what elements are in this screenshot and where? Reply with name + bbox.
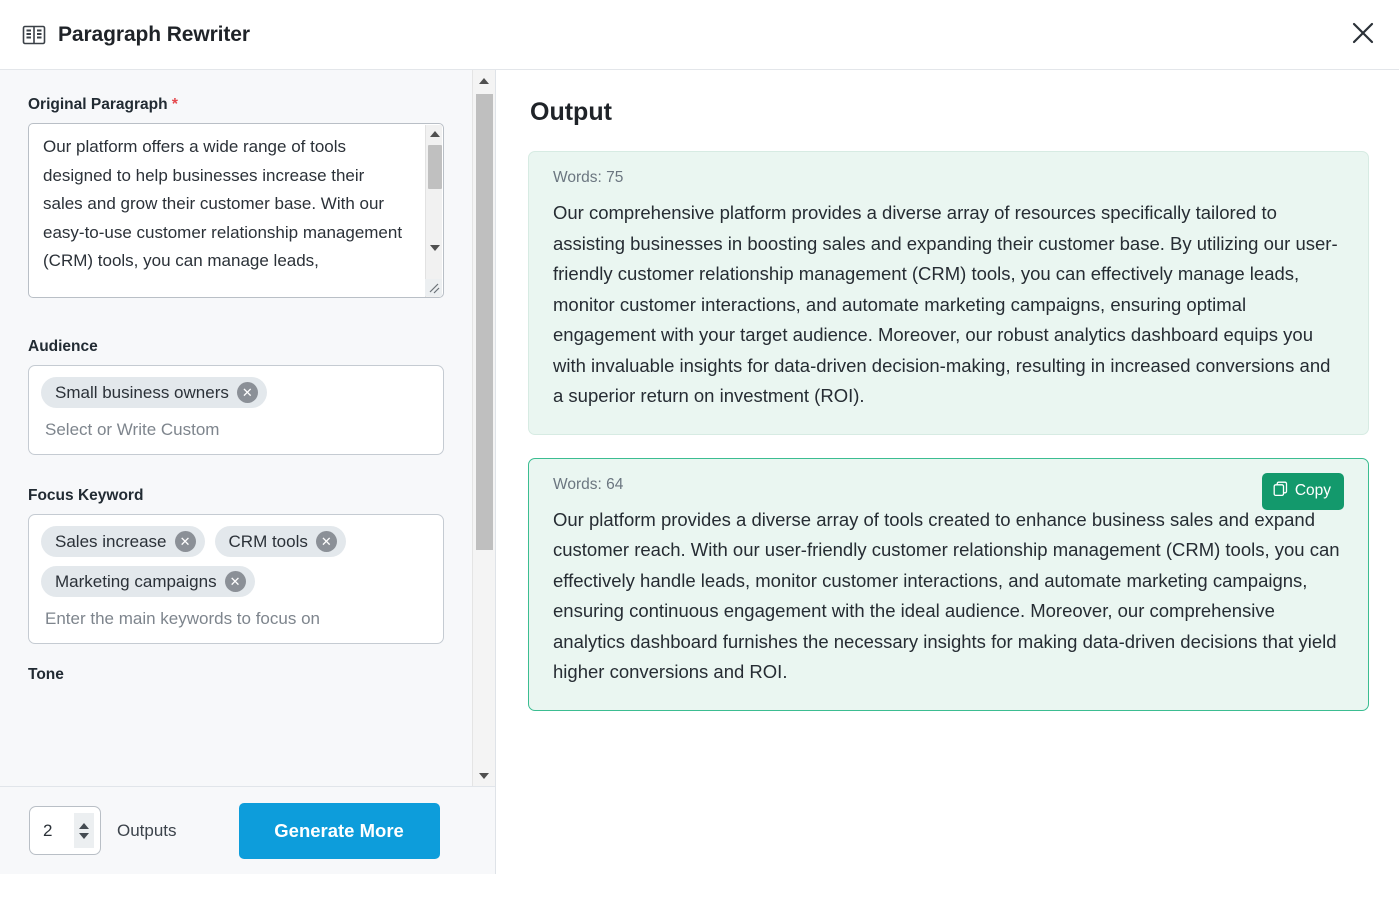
- textarea-scroll-thumb[interactable]: [428, 145, 442, 189]
- word-count-badge: Words: 64: [553, 475, 624, 493]
- focus-keyword-tag: Sales increase ✕: [41, 526, 205, 557]
- close-button[interactable]: [1341, 13, 1385, 57]
- audience-tag: Small business owners ✕: [41, 377, 267, 408]
- focus-keyword-tag-label: CRM tools: [228, 532, 308, 551]
- textarea-scroll-up-icon[interactable]: [426, 125, 443, 142]
- form-panel: Original Paragraph * Our platform offers…: [0, 70, 496, 874]
- window-titlebar: Paragraph Rewriter: [0, 0, 1399, 70]
- output-panel: Output Words: 75 Our comprehensive platf…: [496, 70, 1399, 918]
- field-original-paragraph: Original Paragraph * Our platform offers…: [28, 96, 444, 298]
- focus-keyword-tag-list: Sales increase ✕ CRM tools ✕ Marketing c…: [41, 526, 431, 597]
- output-card[interactable]: Words: 64 Copy Our platform provides a d…: [528, 457, 1369, 711]
- audience-tag-input[interactable]: Small business owners ✕ Select or Write …: [28, 365, 444, 455]
- field-focus-keyword: Focus Keyword Sales increase ✕ CRM tools…: [28, 487, 444, 644]
- audience-tag-label: Small business owners: [55, 383, 229, 402]
- form-scroll-area: Original Paragraph * Our platform offers…: [0, 70, 472, 786]
- remove-tag-icon[interactable]: ✕: [315, 531, 337, 552]
- remove-tag-icon[interactable]: ✕: [174, 531, 196, 552]
- word-count-badge: Words: 75: [553, 169, 624, 186]
- focus-keyword-placeholder: Enter the main keywords to focus on: [45, 609, 320, 628]
- copy-icon: [1273, 481, 1288, 502]
- spinner-down-icon[interactable]: [79, 832, 89, 839]
- original-paragraph-value: Our platform offers a wide range of tool…: [43, 137, 407, 270]
- close-icon: [1350, 20, 1376, 49]
- output-text: Our comprehensive platform provides a di…: [553, 202, 1338, 406]
- focus-keyword-label: Focus Keyword: [28, 487, 144, 504]
- outputs-label: Outputs: [117, 820, 177, 840]
- generate-more-button[interactable]: Generate More: [238, 802, 440, 859]
- remove-tag-icon[interactable]: ✕: [236, 382, 258, 403]
- form-footer: 2 Outputs Generate More: [0, 786, 495, 874]
- audience-tag-list: Small business owners ✕: [41, 377, 431, 408]
- output-title: Output: [530, 98, 612, 126]
- tone-label: Tone: [28, 666, 64, 683]
- audience-placeholder: Select or Write Custom: [45, 420, 220, 439]
- output-text: Our platform provides a diverse array of…: [553, 508, 1340, 683]
- book-open-icon: [22, 24, 46, 46]
- original-paragraph-label: Original Paragraph *: [28, 96, 444, 114]
- copy-button-label: Copy: [1294, 482, 1331, 499]
- copy-button[interactable]: Copy: [1261, 472, 1344, 510]
- form-scroll-down-icon[interactable]: [473, 765, 495, 786]
- textarea-scrollbar[interactable]: [425, 125, 443, 297]
- focus-keyword-tag: CRM tools ✕: [214, 526, 346, 557]
- form-scroll-thumb[interactable]: [476, 94, 493, 550]
- outputs-stepper[interactable]: 2: [29, 806, 101, 855]
- form-scroll-up-icon[interactable]: [473, 70, 495, 91]
- textarea-scroll-down-icon[interactable]: [426, 239, 443, 256]
- original-paragraph-label-text: Original Paragraph: [28, 96, 168, 113]
- page-title: Paragraph Rewriter: [58, 22, 250, 46]
- focus-keyword-tag-label: Sales increase: [55, 532, 167, 551]
- outputs-value: 2: [43, 820, 53, 840]
- original-paragraph-textarea[interactable]: Our platform offers a wide range of tool…: [28, 123, 444, 298]
- required-marker: *: [171, 96, 178, 113]
- title-group: Paragraph Rewriter: [0, 23, 250, 47]
- form-panel-scrollbar[interactable]: [472, 70, 495, 786]
- focus-keyword-tag: Marketing campaigns ✕: [41, 566, 255, 597]
- field-audience: Audience Small business owners ✕ Select …: [28, 338, 444, 455]
- audience-label: Audience: [28, 338, 98, 355]
- outputs-spinner[interactable]: [74, 813, 94, 848]
- remove-tag-icon[interactable]: ✕: [224, 571, 246, 592]
- textarea-resize-handle[interactable]: [425, 279, 442, 296]
- focus-keyword-tag-label: Marketing campaigns: [55, 572, 217, 591]
- output-card[interactable]: Words: 75 Our comprehensive platform pro…: [528, 151, 1369, 435]
- spinner-up-icon[interactable]: [79, 822, 89, 829]
- focus-keyword-tag-input[interactable]: Sales increase ✕ CRM tools ✕ Marketing c…: [28, 514, 444, 644]
